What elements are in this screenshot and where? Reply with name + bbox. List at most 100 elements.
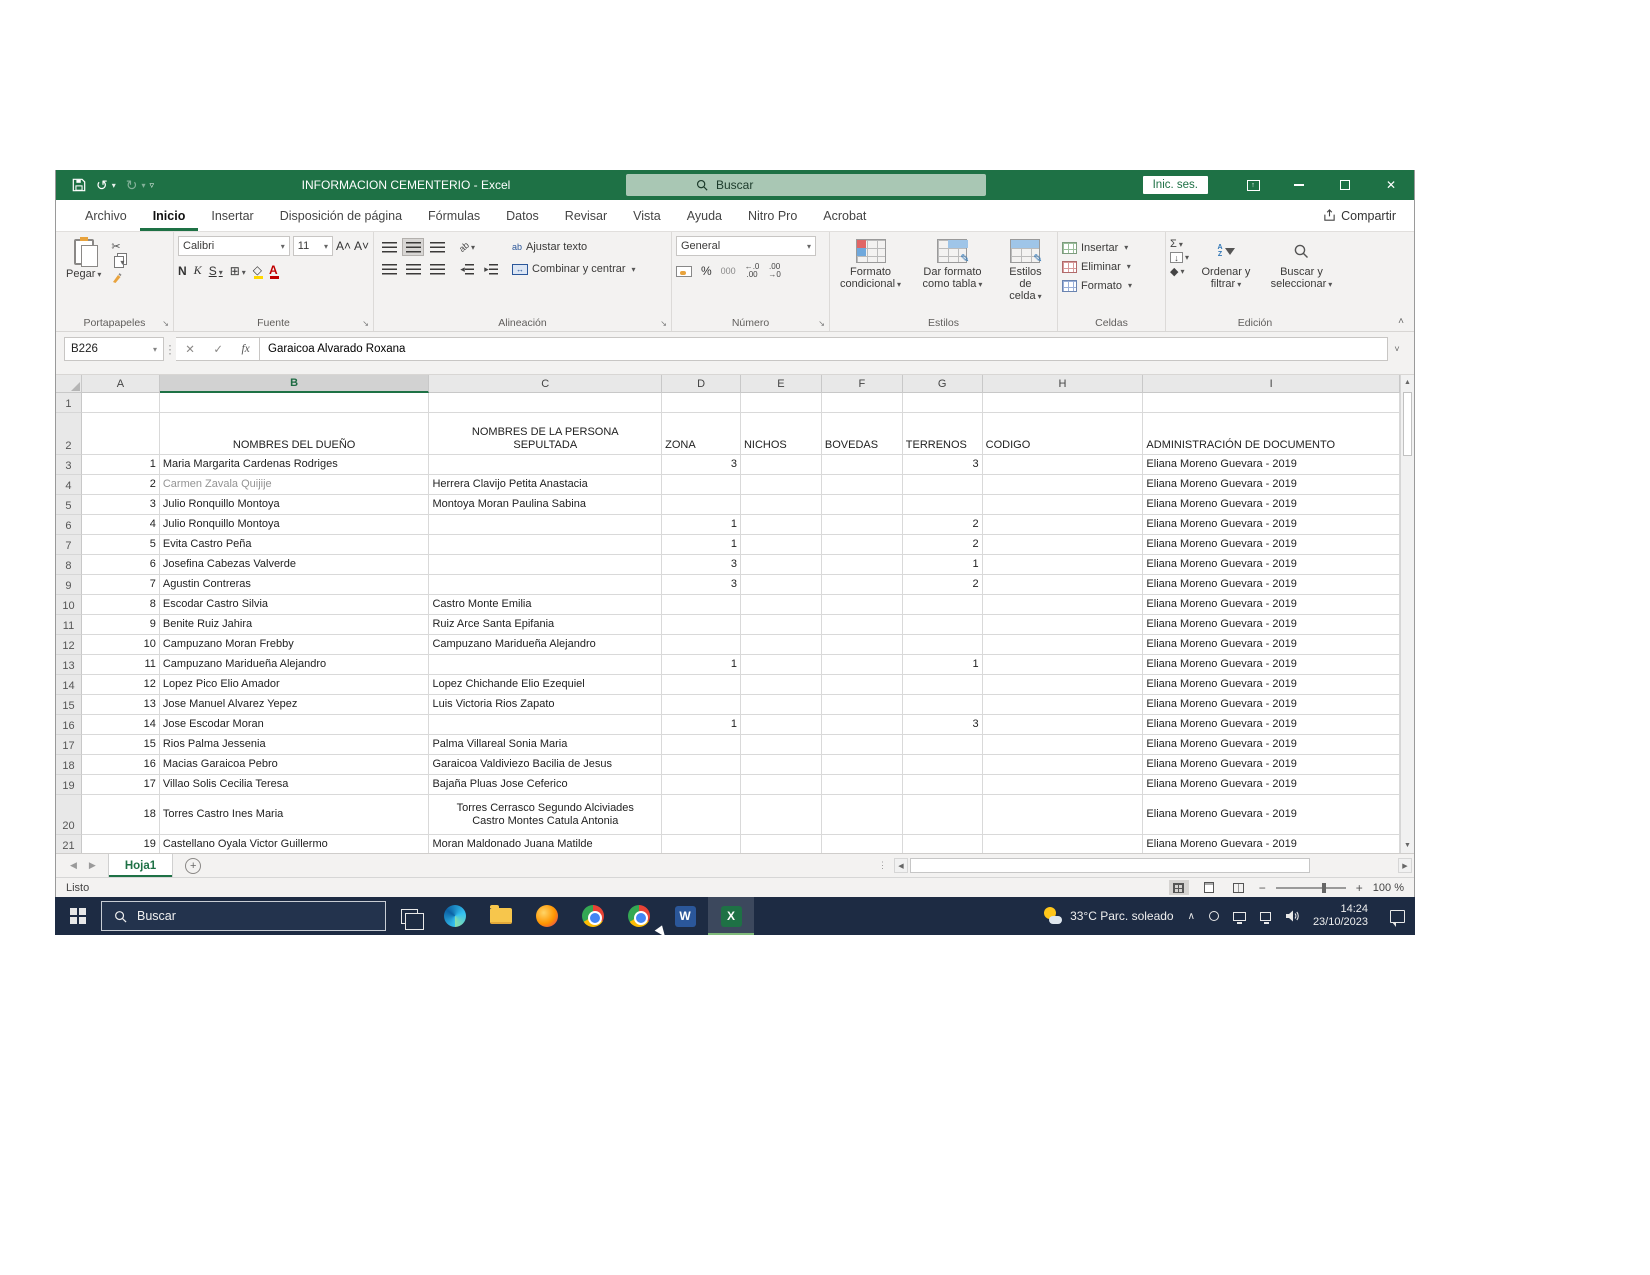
cell-B11[interactable]: Benite Ruiz Jahira (160, 615, 430, 635)
cell-H9[interactable] (983, 575, 1144, 595)
scroll-left-icon[interactable]: ◀ (894, 858, 908, 873)
cell-styles-button[interactable]: ✎ Estilos de celda (998, 236, 1053, 306)
insert-function-icon[interactable]: fx (241, 343, 249, 355)
cell-F14[interactable] (822, 675, 903, 695)
cell-F12[interactable] (822, 635, 903, 655)
grow-font-icon[interactable]: A˄ (336, 239, 351, 253)
close-button[interactable]: ✕ (1368, 170, 1414, 200)
cell-B1[interactable] (160, 393, 430, 413)
cell-B7[interactable]: Evita Castro Peña (160, 535, 430, 555)
cell-F10[interactable] (822, 595, 903, 615)
cell-A11[interactable]: 9 (82, 615, 160, 635)
cell-E17[interactable] (741, 735, 822, 755)
cell-G14[interactable] (903, 675, 983, 695)
cell-I10[interactable]: Eliana Moreno Guevara - 2019 (1143, 595, 1400, 615)
row-header-5[interactable]: 5 (56, 495, 82, 515)
row-header-11[interactable]: 11 (56, 615, 82, 635)
cell-D6[interactable]: 1 (662, 515, 741, 535)
cell-F16[interactable] (822, 715, 903, 735)
fill-color-button[interactable]: ◇ (253, 265, 262, 276)
cell-C20[interactable]: Torres Cerrasco Segundo Alciviades Castr… (429, 795, 662, 835)
cell-D18[interactable] (662, 755, 741, 775)
cell-G1[interactable] (903, 393, 983, 413)
network-icon[interactable] (1260, 912, 1271, 921)
maximize-button[interactable] (1322, 170, 1368, 200)
shrink-font-icon[interactable]: A˅ (354, 239, 369, 253)
tab-nitro-pro[interactable]: Nitro Pro (735, 200, 810, 231)
cell-C10[interactable]: Castro Monte Emilia (429, 595, 662, 615)
cell-B3[interactable]: Maria Margarita Cardenas Rodriges (160, 455, 430, 475)
cell-H11[interactable] (983, 615, 1144, 635)
cell-G12[interactable] (903, 635, 983, 655)
decrease-indent-icon[interactable]: ◂ (456, 260, 478, 278)
format-as-table-button[interactable]: ✎ Dar formato como tabla (915, 236, 990, 294)
clear-button[interactable]: ◆ (1170, 265, 1189, 278)
share-button[interactable]: Compartir (1323, 200, 1414, 231)
cell-C4[interactable]: Herrera Clavijo Petita Anastacia (429, 475, 662, 495)
alignment-dialog-launcher-icon[interactable]: ↘ (660, 319, 667, 328)
cell-D3[interactable]: 3 (662, 455, 741, 475)
cell-E12[interactable] (741, 635, 822, 655)
cell-I1[interactable] (1143, 393, 1400, 413)
column-header-D[interactable]: D (662, 375, 741, 393)
taskbar-search-box[interactable]: Buscar (101, 901, 386, 931)
row-header-6[interactable]: 6 (56, 515, 82, 535)
cell-A19[interactable]: 17 (82, 775, 160, 795)
format-cells-button[interactable]: Formato (1062, 276, 1161, 295)
cell-F9[interactable] (822, 575, 903, 595)
sheet-tab-hoja1[interactable]: Hoja1 (108, 854, 173, 877)
cell-A16[interactable]: 14 (82, 715, 160, 735)
cell-H6[interactable] (983, 515, 1144, 535)
cell-B4[interactable]: Carmen Zavala Quijije (160, 475, 430, 495)
cell-A12[interactable]: 10 (82, 635, 160, 655)
cell-G10[interactable] (903, 595, 983, 615)
edge-button[interactable] (432, 897, 478, 935)
cell-E15[interactable] (741, 695, 822, 715)
row-header-19[interactable]: 19 (56, 775, 82, 795)
cell-H12[interactable] (983, 635, 1144, 655)
cell-B18[interactable]: Macias Garaicoa Pebro (160, 755, 430, 775)
cell-G4[interactable] (903, 475, 983, 495)
cell-D20[interactable] (662, 795, 741, 835)
cell-G20[interactable] (903, 795, 983, 835)
cell-B8[interactable]: Josefina Cabezas Valverde (160, 555, 430, 575)
zoom-in-icon[interactable]: + (1356, 881, 1363, 895)
cell-A6[interactable]: 4 (82, 515, 160, 535)
cell-C13[interactable] (429, 655, 662, 675)
enter-icon[interactable]: ✓ (213, 342, 223, 356)
zoom-slider-thumb[interactable] (1322, 883, 1326, 893)
align-middle-icon[interactable] (402, 238, 424, 256)
accounting-format-icon[interactable] (676, 266, 692, 277)
cell-H5[interactable] (983, 495, 1144, 515)
cell-D1[interactable] (662, 393, 741, 413)
cell-A2[interactable] (82, 413, 160, 455)
percent-style-icon[interactable]: % (701, 264, 712, 278)
cut-icon[interactable]: ✂ (111, 240, 124, 253)
cell-B19[interactable]: Villao Solis Cecilia Teresa (160, 775, 430, 795)
cell-D12[interactable] (662, 635, 741, 655)
cell-D21[interactable] (662, 835, 741, 853)
chrome-button[interactable] (570, 897, 616, 935)
zoom-out-icon[interactable]: − (1259, 881, 1266, 895)
cell-C21[interactable]: Moran Maldonado Juana Matilde (429, 835, 662, 853)
cell-I12[interactable]: Eliana Moreno Guevara - 2019 (1143, 635, 1400, 655)
cell-D13[interactable]: 1 (662, 655, 741, 675)
undo-caret-icon[interactable]: ▾ (112, 181, 116, 190)
cell-G8[interactable]: 1 (903, 555, 983, 575)
cell-D16[interactable]: 1 (662, 715, 741, 735)
cell-A10[interactable]: 8 (82, 595, 160, 615)
insert-cells-button[interactable]: Insertar (1062, 238, 1161, 257)
cell-G17[interactable] (903, 735, 983, 755)
row-header-20[interactable]: 20 (56, 795, 82, 835)
row-header-3[interactable]: 3 (56, 455, 82, 475)
cell-E5[interactable] (741, 495, 822, 515)
cell-G6[interactable]: 2 (903, 515, 983, 535)
cell-I3[interactable]: Eliana Moreno Guevara - 2019 (1143, 455, 1400, 475)
cell-I9[interactable]: Eliana Moreno Guevara - 2019 (1143, 575, 1400, 595)
cell-F6[interactable] (822, 515, 903, 535)
font-dialog-launcher-icon[interactable]: ↘ (362, 319, 369, 328)
cell-H8[interactable] (983, 555, 1144, 575)
align-left-icon[interactable] (378, 260, 400, 278)
cell-E4[interactable] (741, 475, 822, 495)
cancel-icon[interactable]: ✕ (185, 342, 195, 356)
